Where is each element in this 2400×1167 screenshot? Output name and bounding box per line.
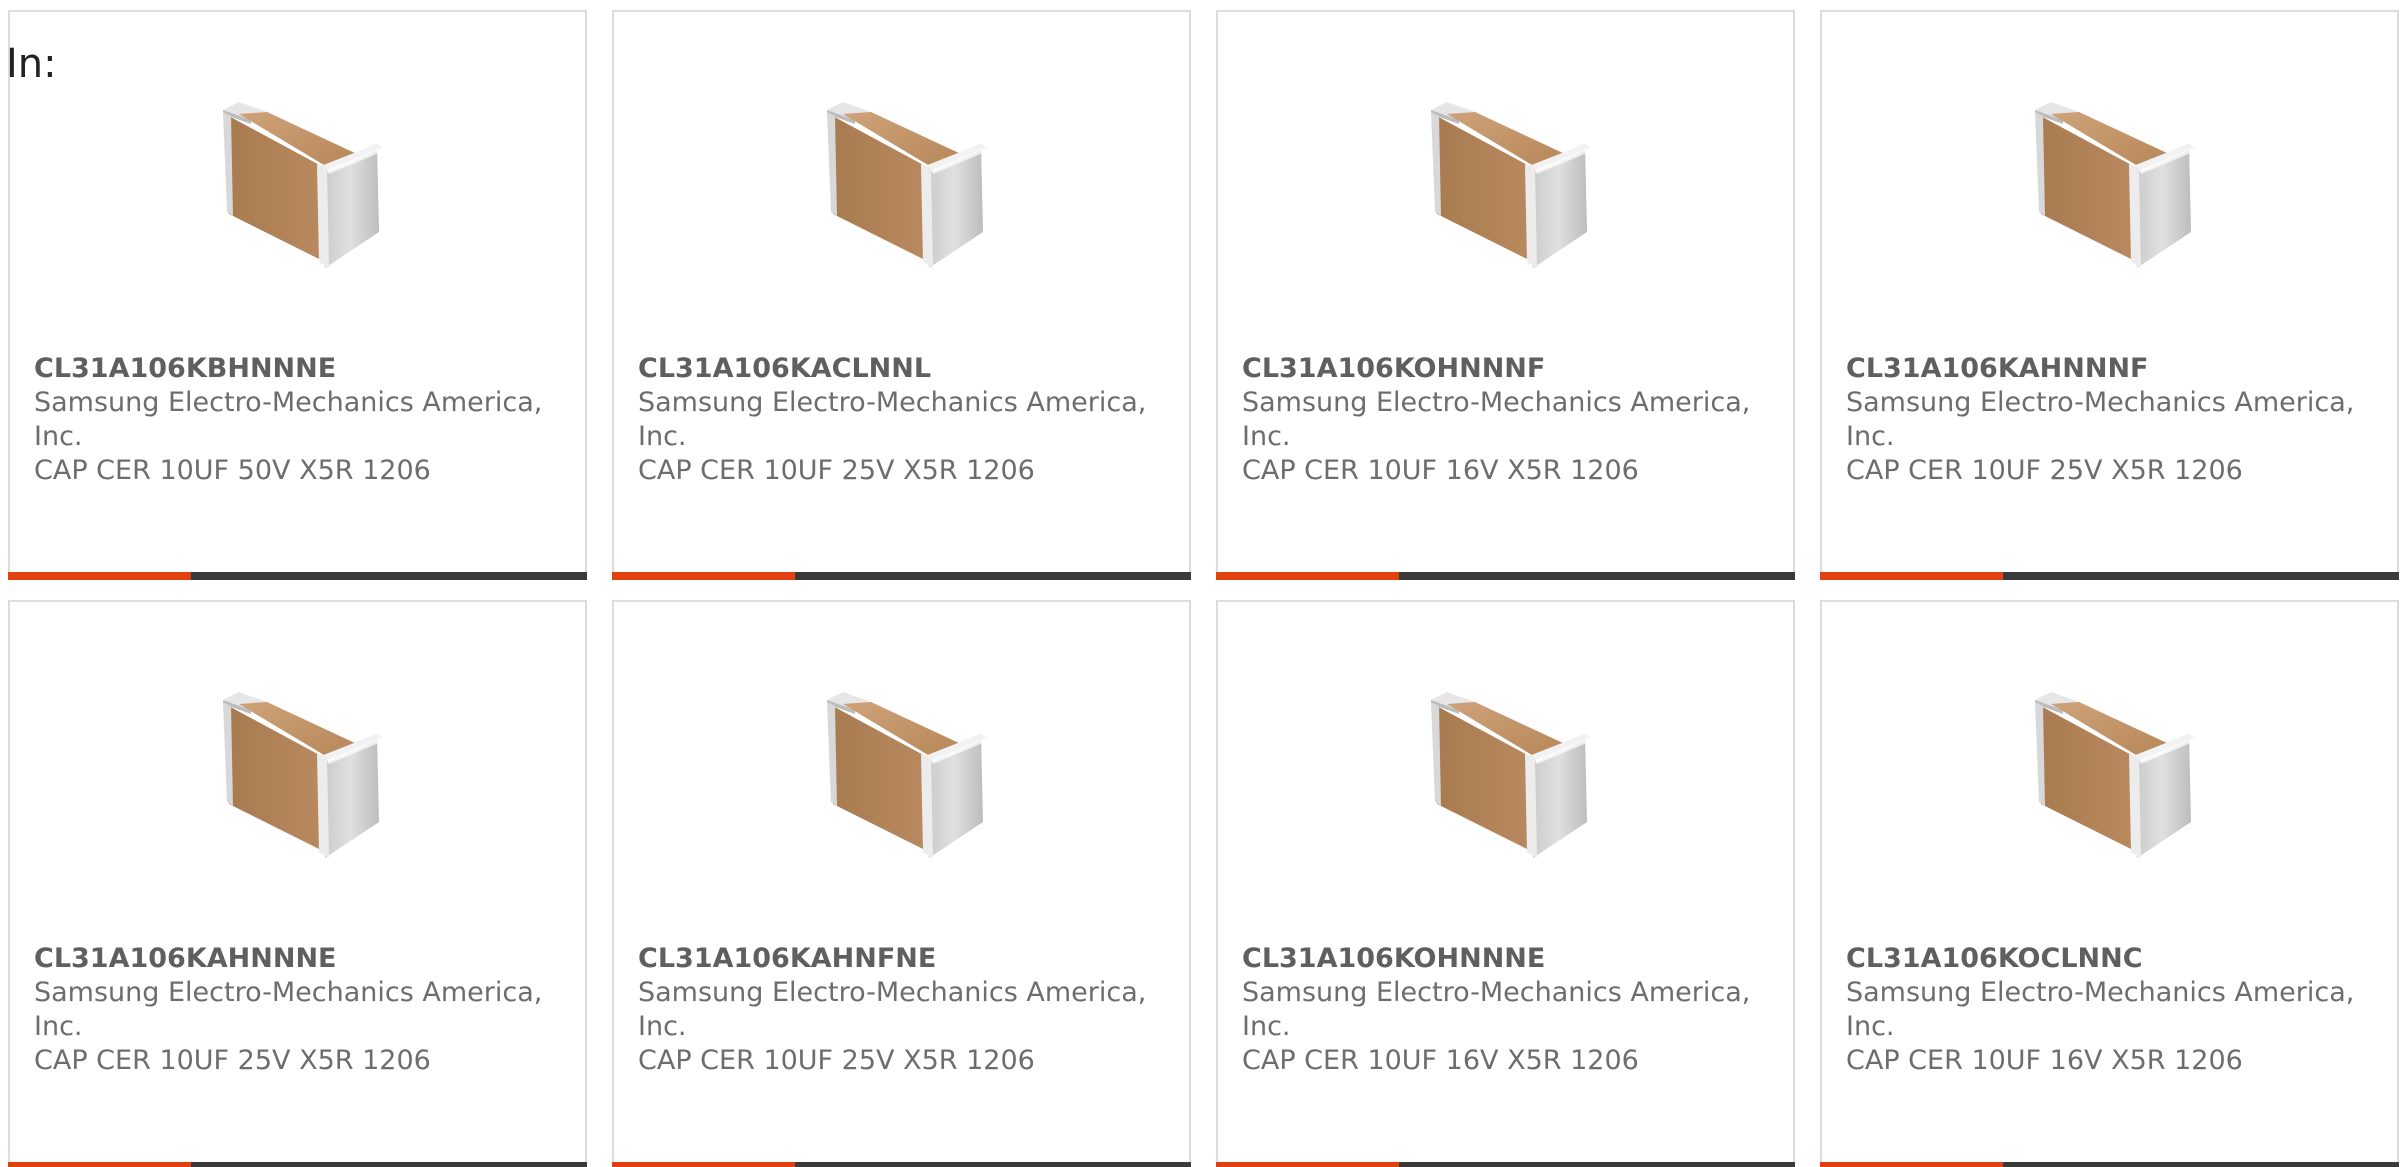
product-description: CAP CER 10UF 25V X5R 1206 [34,1045,431,1076]
capacitor-chip-image[interactable] [2011,84,2211,284]
product-info: CL31A106KOCLNNC Samsung Electro-Mechanic… [1846,942,2376,1078]
manufacturer-name: Samsung Electro-Mechanics America, Inc. [1846,387,2355,452]
product-info: CL31A106KOHNNNF Samsung Electro-Mechanic… [1242,352,1772,488]
card-bottom-bar [612,572,1191,580]
product-grid: CL31A106KBHNNNE Samsung Electro-Mechanic… [8,10,2399,1167]
card-accent-bar [1820,1162,2003,1167]
product-info: CL31A106KBHNNNE Samsung Electro-Mechanic… [34,352,564,488]
product-info: CL31A106KAHNNNE Samsung Electro-Mechanic… [34,942,564,1078]
product-card[interactable]: CL31A106KAHNNNE Samsung Electro-Mechanic… [8,600,587,1167]
product-info: CL31A106KAHNNNF Samsung Electro-Mechanic… [1846,352,2376,488]
product-description: CAP CER 10UF 16V X5R 1206 [1846,1045,2243,1076]
in-label: In: [6,41,57,87]
card-bottom-bar [8,1162,587,1167]
capacitor-chip-image[interactable] [803,84,1003,284]
product-results-page: In: CL31A106KBHNNNE Samsung Electro-Mech… [0,0,2400,1167]
product-info: CL31A106KACLNNL Samsung Electro-Mechanic… [638,352,1168,488]
capacitor-chip-image[interactable] [199,84,399,284]
manufacturer-name: Samsung Electro-Mechanics America, Inc. [1242,977,1751,1042]
part-number-link[interactable]: CL31A106KAHNFNE [638,942,1168,976]
card-bottom-bar [1820,1162,2399,1167]
product-card[interactable]: CL31A106KOCLNNC Samsung Electro-Mechanic… [1820,600,2399,1167]
product-card[interactable]: CL31A106KBHNNNE Samsung Electro-Mechanic… [8,10,587,580]
manufacturer-name: Samsung Electro-Mechanics America, Inc. [1846,977,2355,1042]
capacitor-chip-image[interactable] [2011,674,2211,874]
product-description: CAP CER 10UF 16V X5R 1206 [1242,455,1639,486]
card-bottom-bar [8,572,587,580]
product-description: CAP CER 10UF 50V X5R 1206 [34,455,431,486]
part-number-link[interactable]: CL31A106KAHNNNE [34,942,564,976]
part-number-link[interactable]: CL31A106KBHNNNE [34,352,564,386]
card-bottom-bar [1216,1162,1795,1167]
part-number-link[interactable]: CL31A106KAHNNNF [1846,352,2376,386]
manufacturer-name: Samsung Electro-Mechanics America, Inc. [34,977,543,1042]
product-description: CAP CER 10UF 25V X5R 1206 [638,1045,1035,1076]
product-description: CAP CER 10UF 16V X5R 1206 [1242,1045,1639,1076]
product-card[interactable]: CL31A106KACLNNL Samsung Electro-Mechanic… [612,10,1191,580]
product-info: CL31A106KOHNNNE Samsung Electro-Mechanic… [1242,942,1772,1078]
card-bottom-bar [1820,572,2399,580]
part-number-link[interactable]: CL31A106KOHNNNE [1242,942,1772,976]
card-accent-bar [1820,572,2003,580]
card-accent-bar [1216,572,1399,580]
capacitor-chip-image[interactable] [803,674,1003,874]
card-accent-bar [1216,1162,1399,1167]
part-number-link[interactable]: CL31A106KOHNNNF [1242,352,1772,386]
card-accent-bar [8,1162,191,1167]
product-card[interactable]: CL31A106KAHNFNE Samsung Electro-Mechanic… [612,600,1191,1167]
product-card[interactable]: CL31A106KOHNNNF Samsung Electro-Mechanic… [1216,10,1795,580]
card-accent-bar [8,572,191,580]
part-number-link[interactable]: CL31A106KACLNNL [638,352,1168,386]
part-number-link[interactable]: CL31A106KOCLNNC [1846,942,2376,976]
product-description: CAP CER 10UF 25V X5R 1206 [1846,455,2243,486]
manufacturer-name: Samsung Electro-Mechanics America, Inc. [34,387,543,452]
card-accent-bar [612,1162,795,1167]
product-card[interactable]: CL31A106KOHNNNE Samsung Electro-Mechanic… [1216,600,1795,1167]
capacitor-chip-image[interactable] [1407,84,1607,284]
capacitor-chip-image[interactable] [199,674,399,874]
card-bottom-bar [612,1162,1191,1167]
product-info: CL31A106KAHNFNE Samsung Electro-Mechanic… [638,942,1168,1078]
manufacturer-name: Samsung Electro-Mechanics America, Inc. [638,977,1147,1042]
product-description: CAP CER 10UF 25V X5R 1206 [638,455,1035,486]
manufacturer-name: Samsung Electro-Mechanics America, Inc. [638,387,1147,452]
capacitor-chip-image[interactable] [1407,674,1607,874]
product-card[interactable]: CL31A106KAHNNNF Samsung Electro-Mechanic… [1820,10,2399,580]
manufacturer-name: Samsung Electro-Mechanics America, Inc. [1242,387,1751,452]
card-accent-bar [612,572,795,580]
card-bottom-bar [1216,572,1795,580]
